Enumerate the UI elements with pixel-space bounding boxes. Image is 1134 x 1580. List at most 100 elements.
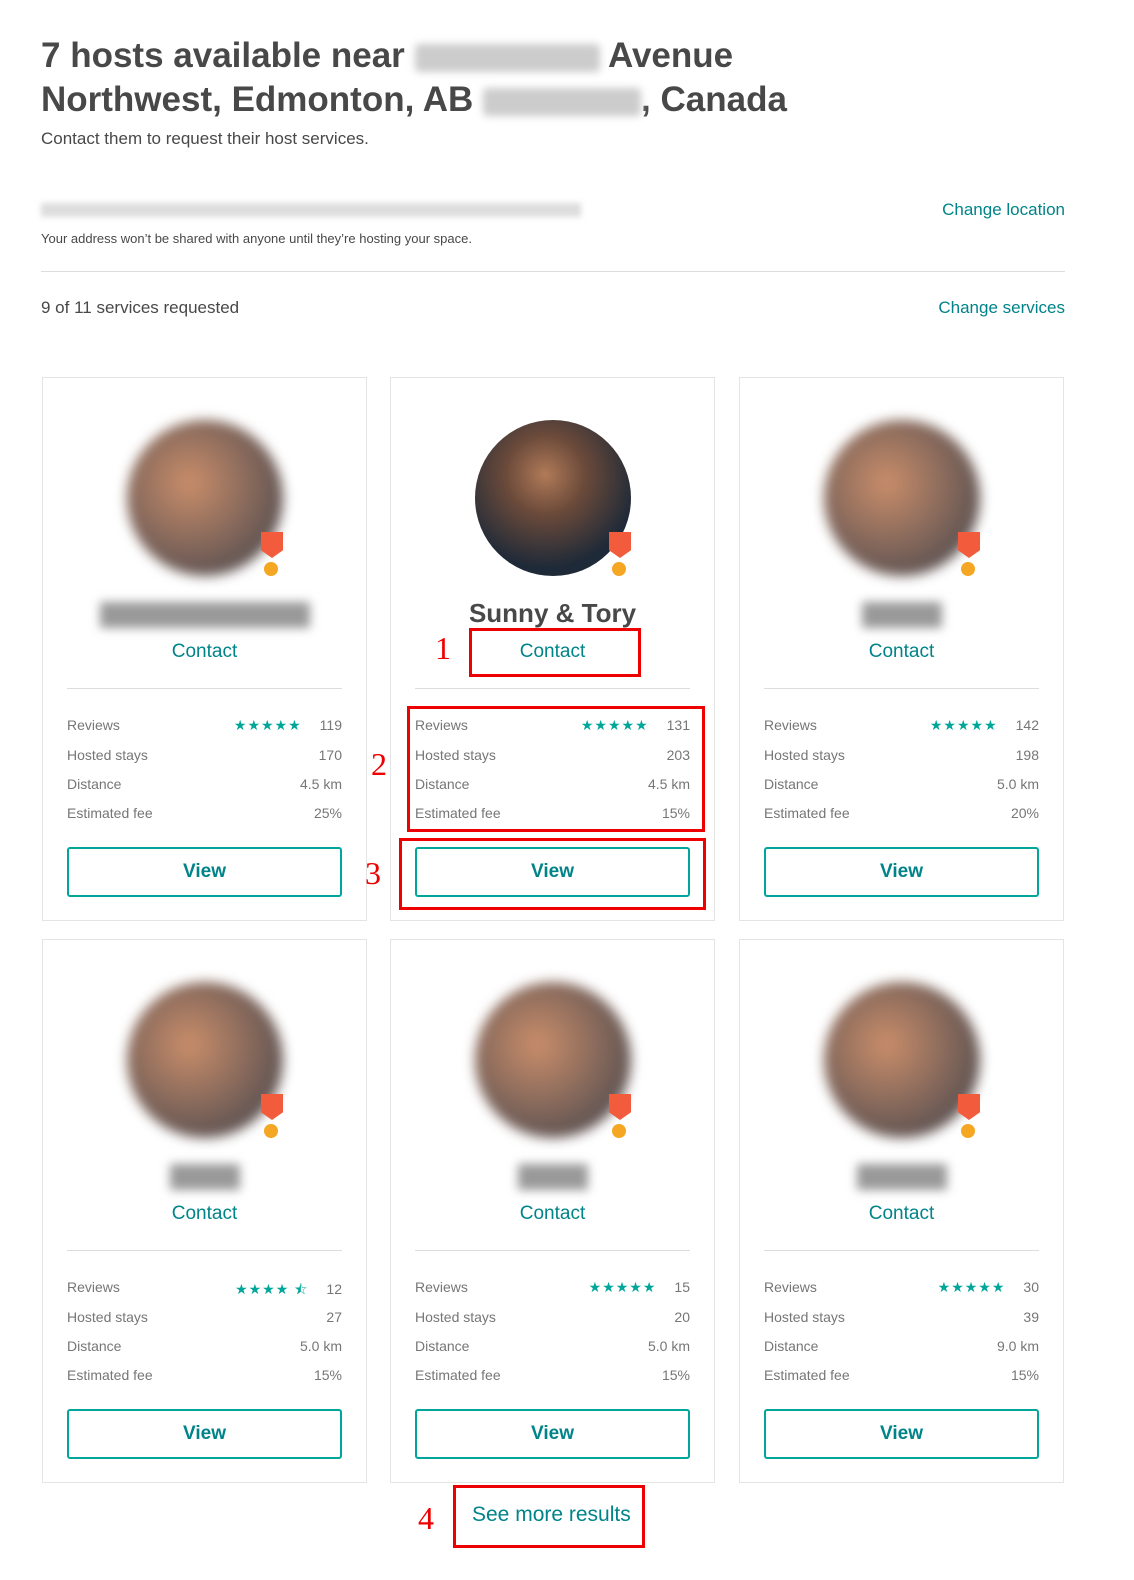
reviews-label: Reviews xyxy=(764,717,817,733)
reviews-row: Reviews ★★★★ ⯪ 12 xyxy=(67,1279,342,1303)
reviews-row: Reviews ★★★★★ 142 xyxy=(764,717,1039,734)
fee-row: Estimated fee 20% xyxy=(764,805,1039,821)
view-button[interactable]: View xyxy=(67,847,342,897)
fee-value: 25% xyxy=(313,805,342,821)
distance-value: 5.0 km xyxy=(647,1338,690,1354)
host-name-redacted xyxy=(856,1164,947,1190)
view-button[interactable]: View xyxy=(67,1409,342,1459)
hosted-label: Hosted stays xyxy=(67,747,148,763)
reviews-count: 30 xyxy=(1023,1279,1039,1295)
star-rating-icon: ★★★★★ xyxy=(937,1279,1006,1295)
host-name-redacted xyxy=(517,1164,588,1190)
divider xyxy=(764,1250,1039,1251)
reviews-label: Reviews xyxy=(67,717,120,733)
distance-value: 5.0 km xyxy=(299,1338,342,1354)
superhost-badge-icon xyxy=(609,1094,631,1120)
fee-value: 15% xyxy=(1010,1367,1039,1383)
hosted-value: 27 xyxy=(326,1309,342,1325)
badge-dot-icon xyxy=(264,1124,278,1138)
badge-dot-icon xyxy=(264,562,278,576)
host-name-redacted xyxy=(169,1164,240,1190)
distance-value: 5.0 km xyxy=(996,776,1039,792)
services-status: 9 of 11 services requested xyxy=(41,298,240,317)
contact-button[interactable]: Contact xyxy=(43,1203,366,1225)
divider xyxy=(67,688,342,689)
hosted-label: Hosted stays xyxy=(764,747,845,763)
reviews-label: Reviews xyxy=(764,1279,817,1295)
host-card: Contact Reviews ★★★★★ 15 Hosted stays 20 Di… xyxy=(390,939,715,1483)
reviews-count: 142 xyxy=(1015,717,1039,733)
view-button[interactable]: View xyxy=(415,1409,690,1459)
hosted-label: Hosted stays xyxy=(67,1309,148,1325)
star-rating-icon: ★★★★★ xyxy=(588,1279,657,1295)
distance-label: Distance xyxy=(764,776,819,792)
distance-label: Distance xyxy=(764,1338,819,1354)
change-services-link[interactable]: Change services xyxy=(938,298,1065,318)
divider xyxy=(415,688,690,689)
view-button[interactable]: View xyxy=(764,1409,1039,1459)
reviews-label: Reviews xyxy=(415,1279,468,1295)
host-card: Contact Reviews ★★★★ ⯪ 12 Hosted stays 27 D… xyxy=(42,939,367,1483)
superhost-badge-icon xyxy=(261,1094,283,1120)
annotation-number-1: 1 xyxy=(435,630,451,666)
hosted-stays-row: Hosted stays 170 xyxy=(67,747,342,763)
hosted-stays-row: Hosted stays 39 xyxy=(764,1309,1039,1325)
annotation-box-2 xyxy=(407,706,705,832)
host-avatar[interactable] xyxy=(127,982,283,1138)
distance-row: Distance 5.0 km xyxy=(415,1338,690,1354)
fee-label: Estimated fee xyxy=(67,1367,153,1383)
hosted-label: Hosted stays xyxy=(764,1309,845,1325)
distance-label: Distance xyxy=(415,1338,470,1354)
hosted-label: Hosted stays xyxy=(415,1309,496,1325)
host-avatar[interactable] xyxy=(127,420,283,576)
reviews-count: 15 xyxy=(674,1279,690,1295)
reviews-label: Reviews xyxy=(67,1279,120,1295)
divider xyxy=(764,688,1039,689)
hosted-stays-row: Hosted stays 198 xyxy=(764,747,1039,763)
contact-button[interactable]: Contact xyxy=(740,1203,1063,1225)
host-name-redacted xyxy=(861,602,942,628)
fee-value: 15% xyxy=(313,1367,342,1383)
address-privacy-note: Your address won’t be shared with anyone… xyxy=(41,231,472,246)
change-location-link[interactable]: Change location xyxy=(942,200,1065,220)
fee-label: Estimated fee xyxy=(764,805,850,821)
fee-row: Estimated fee 25% xyxy=(67,805,342,821)
distance-row: Distance 4.5 km xyxy=(67,776,342,792)
annotation-number-4: 4 xyxy=(418,1500,434,1536)
reviews-row: Reviews ★★★★★ 15 xyxy=(415,1279,690,1296)
host-avatar[interactable] xyxy=(824,420,980,576)
view-button[interactable]: View xyxy=(764,847,1039,897)
host-avatar[interactable] xyxy=(475,420,631,576)
hosted-value: 39 xyxy=(1023,1309,1039,1325)
distance-row: Distance 9.0 km xyxy=(764,1338,1039,1354)
host-avatar[interactable] xyxy=(824,982,980,1138)
contact-button[interactable]: Contact xyxy=(740,641,1063,663)
hosted-value: 20 xyxy=(674,1309,690,1325)
hosted-stays-row: Hosted stays 27 xyxy=(67,1309,342,1325)
host-card: Contact Reviews ★★★★★ 119 Hosted stays 170 … xyxy=(42,377,367,921)
superhost-badge-icon xyxy=(261,532,283,558)
reviews-row: Reviews ★★★★★ 30 xyxy=(764,1279,1039,1296)
distance-row: Distance 5.0 km xyxy=(764,776,1039,792)
fee-row: Estimated fee 15% xyxy=(415,1367,690,1383)
superhost-badge-icon xyxy=(609,532,631,558)
annotation-number-3: 3 xyxy=(365,855,381,891)
host-avatar[interactable] xyxy=(475,982,631,1138)
contact-button[interactable]: Contact xyxy=(391,1203,714,1225)
reviews-count: 119 xyxy=(319,717,342,733)
host-name: Sunny & Tory xyxy=(468,598,637,628)
superhost-badge-icon xyxy=(958,1094,980,1120)
reviews-row: Reviews ★★★★★ 119 xyxy=(67,717,342,734)
hosted-value: 198 xyxy=(1015,747,1039,763)
badge-dot-icon xyxy=(961,1124,975,1138)
host-card: Contact Reviews ★★★★★ 30 Hosted stays 39 Di… xyxy=(739,939,1064,1483)
fee-value: 15% xyxy=(661,1367,690,1383)
redacted-full-address xyxy=(41,203,581,217)
divider xyxy=(415,1250,690,1251)
annotation-box-1 xyxy=(469,628,641,677)
fee-label: Estimated fee xyxy=(67,805,153,821)
divider xyxy=(67,1250,342,1251)
contact-button[interactable]: Contact xyxy=(43,641,366,663)
distance-value: 9.0 km xyxy=(996,1338,1039,1354)
annotation-box-3 xyxy=(399,838,706,910)
